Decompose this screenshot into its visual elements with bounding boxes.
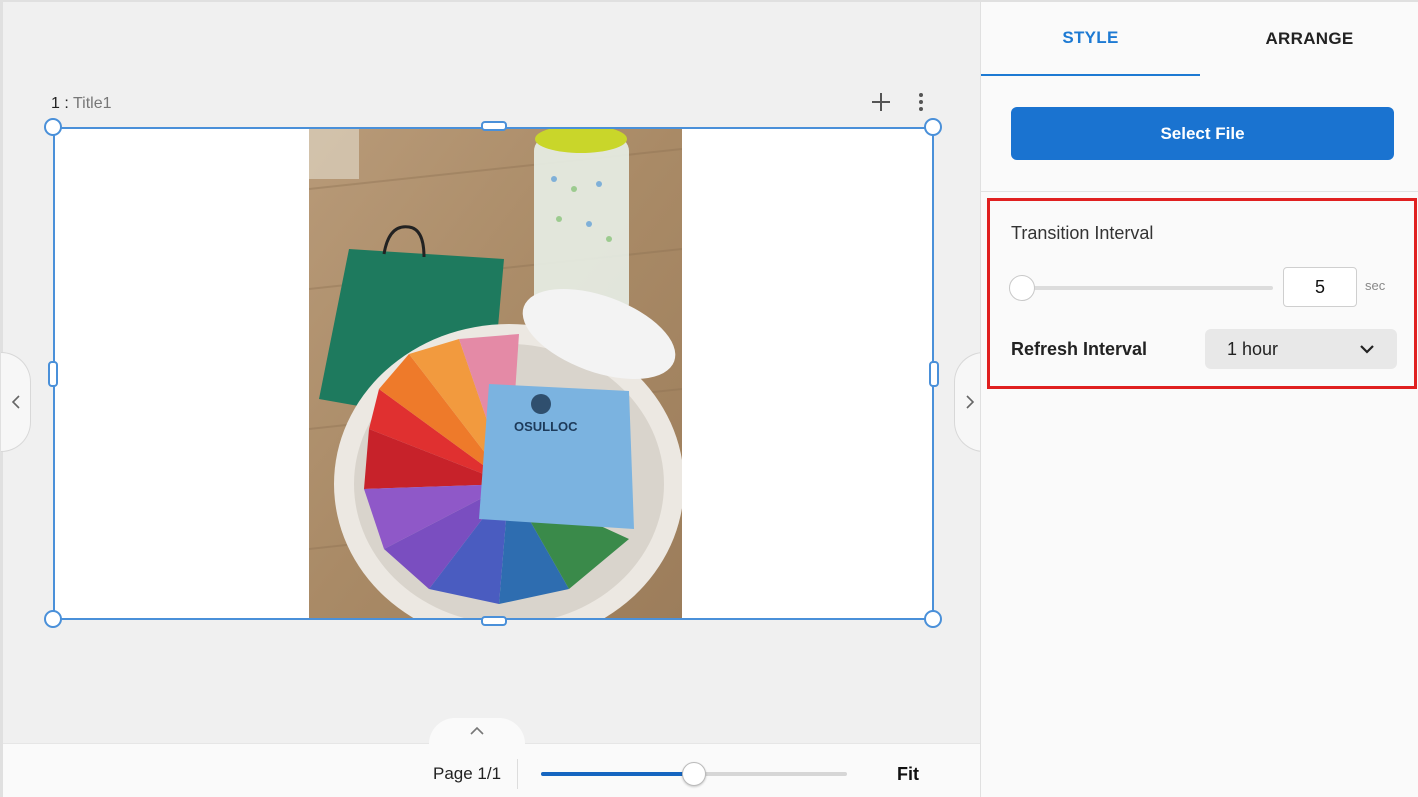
more-vertical-icon[interactable] xyxy=(909,90,933,114)
resize-handle-top-left[interactable] xyxy=(44,118,62,136)
select-file-button[interactable]: Select File xyxy=(1011,107,1394,160)
refresh-interval-dropdown[interactable]: 1 hour xyxy=(1205,329,1397,369)
zoom-fit-button[interactable]: Fit xyxy=(897,764,919,785)
properties-panel: STYLE ARRANGE Select File Transition Int… xyxy=(980,0,1418,797)
zoom-slider-fill xyxy=(541,772,694,776)
expand-panel-button[interactable] xyxy=(429,718,525,744)
add-icon[interactable] xyxy=(869,90,893,114)
resize-handle-bottom[interactable] xyxy=(481,616,507,626)
zoom-slider-thumb[interactable] xyxy=(682,762,706,786)
slide-frame[interactable]: OSULLOC xyxy=(53,127,934,620)
chevron-left-icon xyxy=(11,395,20,409)
slide-title[interactable]: Title1 xyxy=(73,95,112,112)
chevron-up-icon xyxy=(470,726,484,735)
divider xyxy=(517,759,518,789)
resize-handle-top[interactable] xyxy=(481,121,507,131)
page-indicator: Page 1/1 xyxy=(433,764,502,783)
zoom-slider[interactable] xyxy=(541,762,847,786)
transition-interval-unit: sec xyxy=(1365,278,1386,293)
slide-actions xyxy=(869,90,933,114)
transition-interval-label: Transition Interval xyxy=(1011,223,1154,243)
divider xyxy=(981,191,1418,192)
slide-label: 1 : Title1 xyxy=(51,95,111,113)
resize-handle-left[interactable] xyxy=(48,361,58,387)
tea-box-photo[interactable]: OSULLOC xyxy=(309,129,682,618)
tab-style[interactable]: STYLE xyxy=(981,2,1200,76)
transition-interval-input[interactable] xyxy=(1283,267,1357,307)
resize-handle-top-right[interactable] xyxy=(924,118,942,136)
panel-tabs: STYLE ARRANGE xyxy=(981,2,1418,76)
transition-interval-slider[interactable] xyxy=(1009,275,1273,301)
slide-number: 1 : xyxy=(51,95,69,112)
refresh-interval-label: Refresh Interval xyxy=(1011,339,1148,359)
svg-text:OSULLOC: OSULLOC xyxy=(514,419,578,434)
previous-slide-button[interactable] xyxy=(1,352,31,452)
resize-handle-bottom-left[interactable] xyxy=(44,610,62,628)
tab-arrange[interactable]: ARRANGE xyxy=(1200,2,1418,76)
app-root: 1 : Title1 OSULLOC Page 1/1 Fit STYLE AR… xyxy=(0,0,1418,797)
canvas-area: 1 : Title1 OSULLOC Page 1/1 Fit xyxy=(0,0,984,797)
chevron-right-icon xyxy=(965,395,974,409)
chevron-down-icon xyxy=(1360,345,1374,354)
refresh-interval-value: 1 hour xyxy=(1227,338,1279,359)
transition-interval-slider-thumb[interactable] xyxy=(1009,275,1035,301)
resize-handle-bottom-right[interactable] xyxy=(924,610,942,628)
resize-handle-right[interactable] xyxy=(929,361,939,387)
